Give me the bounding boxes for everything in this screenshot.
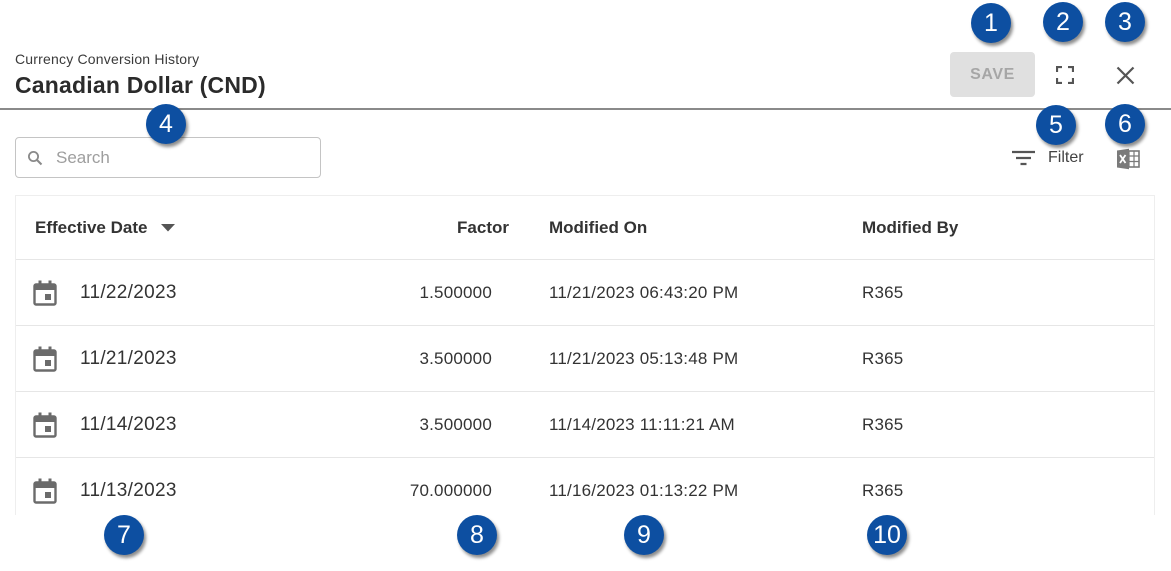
dialog-title: Canadian Dollar (CND) — [15, 72, 266, 98]
effective-date-value: 11/13/2023 — [80, 479, 177, 501]
callout-marker-5: 5 — [1036, 105, 1076, 145]
column-header-label: Effective Date — [35, 217, 148, 237]
factor-value: 3.500000 — [419, 414, 492, 434]
close-button[interactable] — [1109, 60, 1141, 90]
effective-date-cell[interactable]: 11/14/2023 — [16, 392, 177, 457]
fullscreen-icon — [1056, 66, 1074, 84]
save-button[interactable]: SAVE — [950, 52, 1035, 97]
sort-descending-icon[interactable] — [161, 223, 176, 232]
close-icon — [1116, 66, 1135, 85]
calendar-icon[interactable] — [33, 478, 57, 504]
factor-value: 70.000000 — [409, 480, 492, 500]
column-header-modified-on[interactable]: Modified On — [549, 196, 647, 259]
effective-date-value: 11/21/2023 — [80, 347, 177, 369]
effective-date-cell[interactable]: 11/13/2023 — [16, 458, 177, 515]
filter-label: Filter — [1048, 149, 1084, 166]
search-icon — [27, 150, 43, 166]
fullscreen-button[interactable] — [1049, 60, 1081, 90]
filter-button[interactable]: Filter — [1011, 144, 1084, 172]
calendar-icon[interactable] — [33, 412, 57, 438]
table-row[interactable]: 11/14/2023 3.500000 11/14/2023 11:11:21 … — [16, 392, 1154, 458]
effective-date-cell[interactable]: 11/22/2023 — [16, 260, 177, 325]
column-header-effective-date[interactable]: Effective Date — [35, 196, 176, 259]
factor-value: 1.500000 — [419, 282, 492, 302]
callout-marker-1: 1 — [971, 3, 1011, 43]
excel-icon — [1116, 148, 1140, 170]
table-row[interactable]: 11/13/2023 70.000000 11/16/2023 01:13:22… — [16, 458, 1154, 515]
modified-by-value: R365 — [862, 480, 904, 500]
column-header-factor[interactable]: Factor — [266, 196, 509, 259]
modified-by-value: R365 — [862, 348, 904, 368]
table-header-row: Effective Date Factor Modified On Modifi… — [16, 196, 1154, 260]
dialog-subtitle: Currency Conversion History — [15, 51, 200, 67]
currency-history-dialog: Currency Conversion History Canadian Dol… — [0, 0, 1171, 571]
effective-date-value: 11/14/2023 — [80, 413, 177, 435]
modified-on-value: 11/14/2023 11:11:21 AM — [549, 414, 735, 434]
modified-by-value: R365 — [862, 282, 904, 302]
modified-on-value: 11/16/2023 01:13:22 PM — [549, 480, 739, 500]
column-header-modified-by[interactable]: Modified By — [862, 196, 958, 259]
callout-marker-4: 4 — [146, 104, 186, 144]
callout-marker-2: 2 — [1043, 2, 1083, 42]
export-excel-button[interactable] — [1114, 146, 1142, 172]
callout-marker-10: 10 — [867, 515, 907, 555]
effective-date-value: 11/22/2023 — [80, 281, 177, 303]
callout-marker-7: 7 — [104, 515, 144, 555]
search-input[interactable] — [54, 146, 298, 169]
factor-value: 3.500000 — [419, 348, 492, 368]
callout-marker-8: 8 — [457, 515, 497, 555]
modified-on-value: 11/21/2023 06:43:20 PM — [549, 282, 739, 302]
table-row[interactable]: 11/22/2023 1.500000 11/21/2023 06:43:20 … — [16, 260, 1154, 326]
filter-lines-icon — [1011, 149, 1036, 167]
callout-marker-3: 3 — [1105, 2, 1145, 42]
callout-marker-6: 6 — [1105, 104, 1145, 144]
calendar-icon[interactable] — [33, 346, 57, 372]
calendar-icon[interactable] — [33, 280, 57, 306]
effective-date-cell[interactable]: 11/21/2023 — [16, 326, 177, 391]
table-body: 11/22/2023 1.500000 11/21/2023 06:43:20 … — [16, 260, 1154, 515]
table-row[interactable]: 11/21/2023 3.500000 11/21/2023 05:13:48 … — [16, 326, 1154, 392]
history-table: Effective Date Factor Modified On Modifi… — [15, 195, 1155, 515]
modified-by-value: R365 — [862, 414, 904, 434]
modified-on-value: 11/21/2023 05:13:48 PM — [549, 348, 739, 368]
callout-marker-9: 9 — [624, 515, 664, 555]
